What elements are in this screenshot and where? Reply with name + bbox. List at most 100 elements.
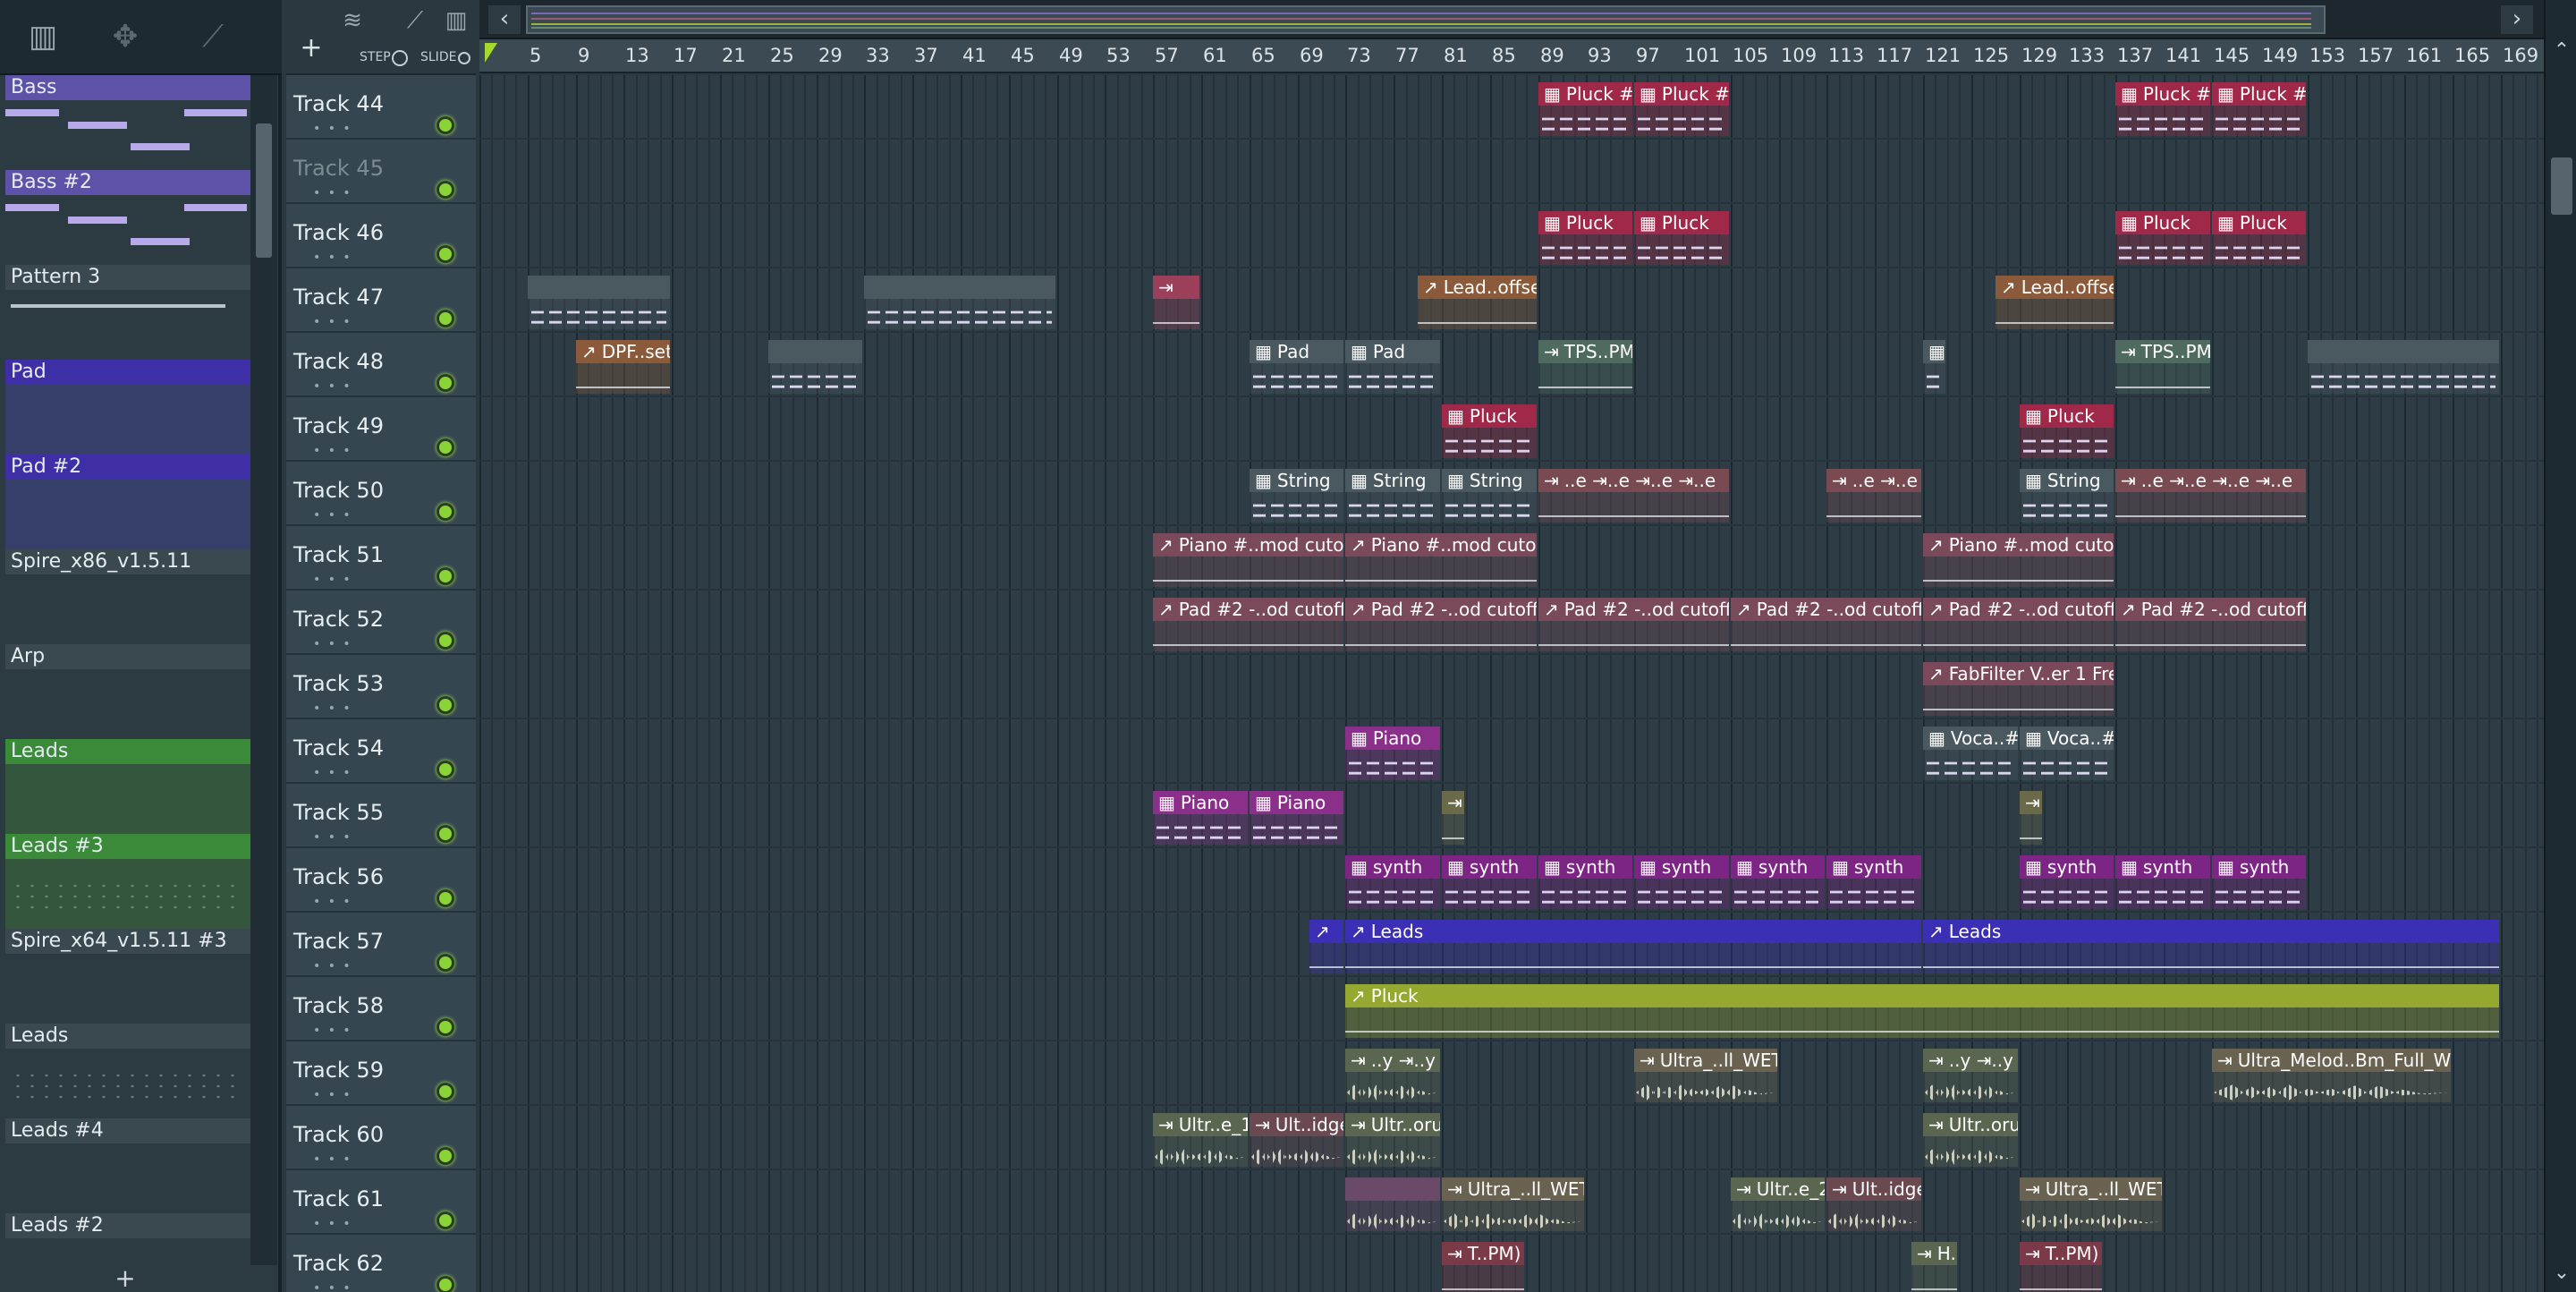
track-mute-led-icon[interactable]: [436, 761, 454, 778]
playlist-clip[interactable]: ↗ Piano #..mod cutoff: [1923, 533, 2114, 587]
track-header[interactable]: Track 52 • • •: [286, 591, 476, 655]
piano-roll-icon[interactable]: ▥: [18, 16, 68, 57]
playlist-grid[interactable]: ▦Pluck #2▦Pluck #2▦Pluck #2▦Pluck #2▦Plu…: [479, 75, 2544, 1292]
track-header[interactable]: Track 62 • • •: [286, 1235, 476, 1292]
browser-scroll-thumb[interactable]: [256, 123, 272, 258]
track-mute-led-icon[interactable]: [436, 1018, 454, 1036]
track-mute-led-icon[interactable]: [436, 503, 454, 521]
track-header[interactable]: Track 50 • • •: [286, 462, 476, 526]
pattern-item[interactable]: Bass: [5, 75, 250, 170]
playlist-clip[interactable]: ▦ String: [1345, 469, 1440, 523]
track-mute-led-icon[interactable]: [436, 245, 454, 263]
track-menu-icon[interactable]: • • •: [313, 1281, 352, 1292]
playlist-clip[interactable]: ↗ Piano #..mod cutoff: [1153, 533, 1343, 587]
playlist-clip[interactable]: ▦ Pluck: [2115, 211, 2210, 265]
playlist-clip[interactable]: [768, 340, 862, 394]
playlist-clip[interactable]: ↗ Pad #2 -..od cutoff: [1923, 598, 2114, 651]
track-mute-led-icon[interactable]: [436, 889, 454, 907]
piano-icon[interactable]: ▥: [438, 5, 474, 36]
playlist-clip[interactable]: ⇥H..: [1911, 1242, 1957, 1292]
pattern-item[interactable]: Leads: [5, 739, 250, 834]
track-menu-icon[interactable]: • • •: [313, 573, 352, 587]
playlist-clip[interactable]: ▦ synth: [1826, 855, 1921, 909]
playlist-clip[interactable]: ⇥ Ultra_Melod..Bm_Full_WET: [2212, 1049, 2451, 1102]
track-header[interactable]: Track 56 • • •: [286, 848, 476, 913]
playlist-clip[interactable]: ↗ FabFilter V..er 1 Freq: [1923, 662, 2114, 716]
pattern-item[interactable]: Leads #2: [5, 1213, 250, 1265]
playlist-clip[interactable]: ⇥ Ultr..e_1: [1153, 1113, 1248, 1167]
track-mute-led-icon[interactable]: [436, 1147, 454, 1165]
playlist-clip[interactable]: ↗Lead..offset: [1996, 276, 2114, 329]
track-header[interactable]: Track 55 • • •: [286, 784, 476, 848]
song-overview[interactable]: [526, 5, 2326, 34]
track-header[interactable]: Track 54 • • •: [286, 719, 476, 784]
playlist-clip[interactable]: ⇥TPS..PM): [2115, 340, 2210, 394]
playlist-clip[interactable]: ↗ Pad #2 -..od cutoff: [1153, 598, 1343, 651]
playlist-clip[interactable]: [528, 276, 670, 329]
track-menu-icon[interactable]: • • •: [313, 895, 352, 909]
pattern-item[interactable]: Bass #2: [5, 170, 250, 265]
track-header[interactable]: Track 60 • • •: [286, 1106, 476, 1170]
playlist-clip[interactable]: [864, 276, 1055, 329]
playlist-clip[interactable]: ⇥: [2020, 791, 2042, 845]
track-header[interactable]: Track 61 • • •: [286, 1170, 476, 1235]
playlist-clip[interactable]: ▦ synth: [1345, 855, 1440, 909]
playlist-clip[interactable]: ▦Pluck #2: [2212, 82, 2306, 136]
playlist-clip[interactable]: ▦ synth: [1442, 855, 1537, 909]
track-menu-icon[interactable]: • • •: [313, 122, 352, 136]
playlist-clip[interactable]: ⇥ ..e ⇥..e ⇥..e ⇥..e: [2115, 469, 2306, 523]
playlist-clip[interactable]: ▦Voca..#2: [1923, 727, 2018, 780]
playlist-clip[interactable]: [1345, 1177, 1440, 1231]
playlist-clip[interactable]: ↗ Leads: [1345, 920, 1921, 973]
step-toggle[interactable]: [392, 50, 408, 66]
playlist-clip[interactable]: ▦ synth: [1731, 855, 1825, 909]
playlist-clip[interactable]: ↗: [1309, 920, 1343, 973]
playlist-clip[interactable]: ⇥TPS..PM): [1538, 340, 1632, 394]
track-mute-led-icon[interactable]: [436, 954, 454, 972]
track-header[interactable]: Track 58 • • •: [286, 977, 476, 1041]
playlist-clip[interactable]: ⇥ Ult..idge: [1826, 1177, 1921, 1231]
playlist-clip[interactable]: ▦ String: [1250, 469, 1343, 523]
track-menu-icon[interactable]: • • •: [313, 186, 352, 200]
playlist-clip[interactable]: ▦ Piano: [1153, 791, 1248, 845]
playlist-clip[interactable]: ▦ Pluck: [1634, 211, 1729, 265]
automation-icon[interactable]: ⟋: [188, 16, 238, 57]
pattern-item[interactable]: Leads #3: [5, 834, 250, 929]
playlist-clip[interactable]: ↗ Pad #2 -..od cutoff: [1345, 598, 1537, 651]
playlist-clip[interactable]: ↗ Leads: [1923, 920, 2499, 973]
wave-icon[interactable]: ≋: [335, 5, 370, 36]
track-header[interactable]: Track 57 • • •: [286, 913, 476, 977]
playlist-clip[interactable]: ↗ DPF..set: [576, 340, 670, 394]
playlist-clip[interactable]: ▦ String: [2020, 469, 2114, 523]
playlist-clip[interactable]: ⇥ T..PM): [1442, 1242, 1524, 1292]
track-header[interactable]: Track 48 • • •: [286, 333, 476, 397]
track-menu-icon[interactable]: • • •: [313, 766, 352, 780]
playlist-clip[interactable]: ▦ Pad: [1250, 340, 1343, 394]
track-mute-led-icon[interactable]: [436, 632, 454, 650]
pattern-item[interactable]: Pattern 3: [5, 265, 250, 360]
add-pattern-button[interactable]: +: [0, 1265, 250, 1292]
playlist-clip[interactable]: ↗ Pad #2 -..od cutoff: [1731, 598, 1921, 651]
scroll-up-icon[interactable]: ⌃: [2551, 39, 2572, 63]
playlist-clip[interactable]: ▦ synth: [2212, 855, 2306, 909]
track-menu-icon[interactable]: • • •: [313, 508, 352, 523]
track-menu-icon[interactable]: • • •: [313, 1152, 352, 1167]
playlist-clip[interactable]: ⇥ ..e ⇥..e: [1826, 469, 1921, 523]
track-mute-led-icon[interactable]: [436, 1211, 454, 1229]
pattern-item[interactable]: Leads: [5, 1024, 250, 1118]
track-menu-icon[interactable]: • • •: [313, 1217, 352, 1231]
playlist-clip[interactable]: ⇥ ..e ⇥..e ⇥..e ⇥..e: [1538, 469, 1729, 523]
vertical-scrollbar[interactable]: ⌃ ⌄: [2544, 0, 2576, 1292]
track-mute-led-icon[interactable]: [436, 825, 454, 843]
track-menu-icon[interactable]: • • •: [313, 959, 352, 973]
pattern-item[interactable]: Pad #2: [5, 455, 250, 549]
playlist-clip[interactable]: ▦ Pluck: [2020, 404, 2114, 458]
track-menu-icon[interactable]: • • •: [313, 701, 352, 716]
scroll-left-icon[interactable]: ‹: [488, 5, 521, 34]
scroll-right-icon[interactable]: ›: [2501, 5, 2533, 34]
playlist-clip[interactable]: ⇥Ultr..orus: [1923, 1113, 2018, 1167]
playlist-clip[interactable]: ▦ Pluck: [2212, 211, 2306, 265]
track-header[interactable]: Track 46 • • •: [286, 204, 476, 268]
slide-toggle[interactable]: [458, 52, 470, 64]
timeline-ruler[interactable]: 5 9 13 17 21 25 29 33 37 41 45 49 53 57 61 65 69 73 77 81 85…: [479, 39, 2544, 73]
